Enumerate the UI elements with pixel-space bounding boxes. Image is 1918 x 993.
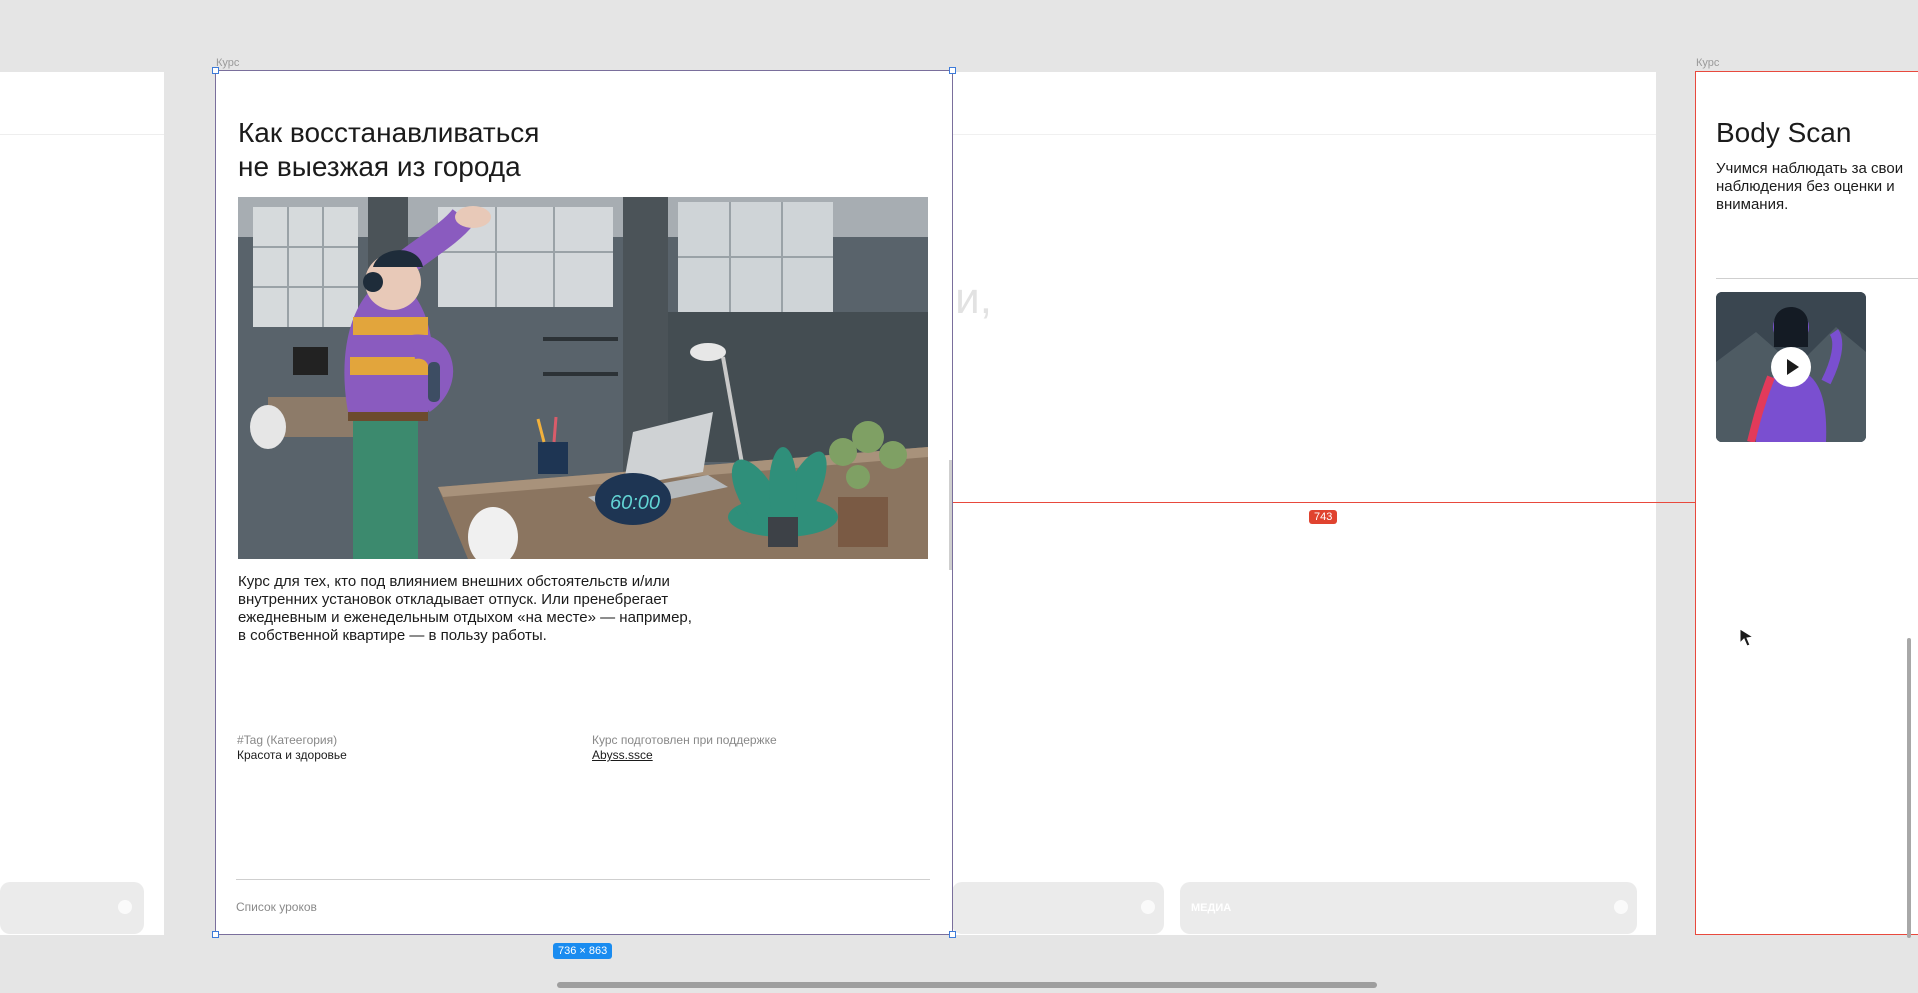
mouse-cursor-icon: [1739, 628, 1755, 647]
media-pill-label: МЕДИА: [1191, 902, 1232, 914]
clock-display-text: 60:00: [610, 492, 660, 514]
hero-illustration-image: 60:00: [238, 197, 928, 559]
pill-dot-icon: [1614, 900, 1628, 914]
tag-label: #Tag (Катеегория): [237, 733, 338, 747]
distance-measure-line: [952, 502, 1696, 503]
body-scan-title: Body Scan: [1716, 117, 1852, 148]
media-bottom-pill[interactable]: МЕДИА: [1180, 882, 1637, 934]
horizontal-scrollbar[interactable]: [557, 982, 1377, 988]
middle-bottom-pill[interactable]: [952, 882, 1164, 934]
ghost-text: иобрести . удиомедитации, изации сна, и.: [952, 274, 992, 323]
resize-handle-top-right[interactable]: [949, 67, 956, 74]
course-frame-selected[interactable]: Как восстанавливаться не выезжая из горо…: [212, 67, 956, 938]
course-description: Курс для тех, кто под влиянием внешних о…: [238, 573, 692, 644]
resize-handle-bottom-left[interactable]: [212, 931, 219, 938]
frame-label-right[interactable]: Курс: [1696, 57, 1719, 69]
frame-divider: [1716, 278, 1918, 279]
course-title: Как восстанавливаться не выезжая из горо…: [238, 117, 540, 182]
video-thumbnail[interactable]: [1716, 292, 1866, 442]
course-frame-body-scan[interactable]: Body Scan Учимся наблюдать за свои наблю…: [1695, 71, 1918, 935]
pill-dot-icon: [118, 900, 132, 914]
middle-background-frame[interactable]: иобрести . удиомедитации, изации сна, и.: [952, 72, 1656, 935]
frame-divider: [0, 134, 164, 135]
frame-label-main[interactable]: Курс: [216, 57, 239, 69]
office-stretch-illustration: 60:00: [238, 197, 928, 559]
play-icon[interactable]: [1771, 347, 1811, 387]
pill-dot-icon: [1141, 900, 1155, 914]
left-partial-frame[interactable]: [0, 72, 164, 935]
selection-size-badge: 736 × 863: [553, 943, 613, 959]
frame-divider: [236, 879, 930, 880]
support-link[interactable]: Abyss.ssce: [592, 748, 653, 762]
side-resize-grip[interactable]: [949, 460, 952, 570]
resize-handle-top-left[interactable]: [212, 67, 219, 74]
resize-handle-bottom-right[interactable]: [949, 931, 956, 938]
support-label: Курс подготовлен при поддержке: [592, 733, 777, 747]
distance-measure-badge: 743: [1309, 510, 1338, 524]
vertical-scrollbar[interactable]: [1907, 638, 1911, 938]
body-scan-description: Учимся наблюдать за свои наблюдения без …: [1716, 160, 1904, 213]
frame-divider: [952, 134, 1656, 135]
tag-value: Красота и здоровье: [237, 748, 347, 762]
lessons-list-label[interactable]: Список уроков: [236, 900, 317, 914]
left-bottom-pill[interactable]: [0, 882, 144, 934]
